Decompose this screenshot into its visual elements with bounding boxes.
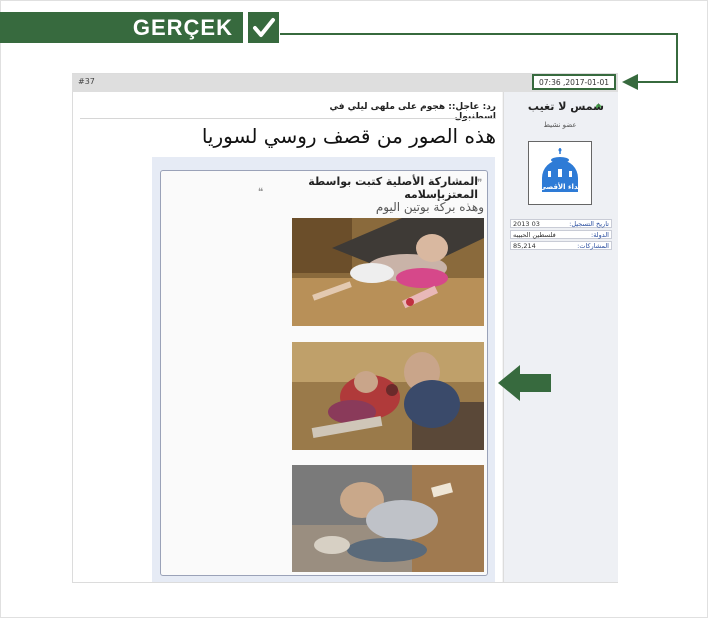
post-title: هذه الصور من قصف روسي لسوريا	[201, 124, 496, 148]
title-divider	[80, 118, 496, 119]
photo-1[interactable]	[292, 218, 484, 326]
checkmark-icon	[248, 12, 279, 43]
post-number-link[interactable]: #37	[78, 77, 95, 86]
pointer-line-to-date	[638, 81, 678, 83]
join-date-row: تاريخ التسجيل: 03 2013	[510, 219, 612, 228]
photo-2[interactable]	[292, 342, 484, 450]
verdict-banner: GERÇEK	[0, 12, 243, 43]
pointer-line-horizontal	[280, 33, 677, 35]
posts-count-row: المشاركات: 85,214	[510, 241, 612, 250]
reply-title: رد: عاجل:: هجوم على ملهى ليلي في اسطنبول	[329, 102, 496, 122]
quote-attribution: المشاركة الأصلية كتبت بواسطة المعتزبإسلا…	[308, 175, 478, 201]
country-row: الدولة: فلسطين الحبيبه	[510, 230, 612, 239]
left-arrow-icon	[622, 74, 638, 90]
avatar-label: نداء الأقصى	[539, 183, 581, 191]
member-status: عضو نشيط	[543, 121, 577, 129]
highlight-arrow-icon	[498, 365, 552, 405]
username-link[interactable]: شمس لا تغيب	[508, 100, 604, 113]
pointer-line-vertical	[676, 33, 678, 83]
post-date: 2017-01-01, 07:36	[532, 74, 616, 90]
avatar[interactable]: نداء الأقصى	[528, 141, 592, 205]
photo-3[interactable]	[292, 465, 484, 572]
quote-text: وهذه بركة بوتين اليوم	[375, 200, 484, 214]
